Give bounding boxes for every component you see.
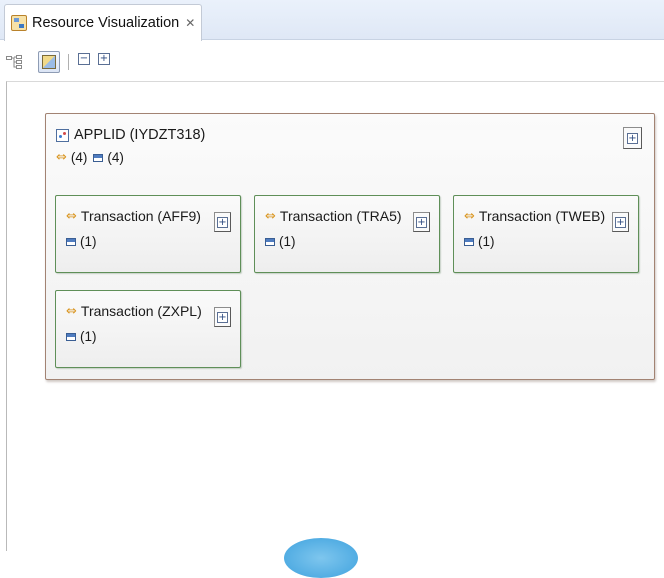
- tab-title: Resource Visualization: [32, 15, 180, 31]
- toolbar-separator: [68, 54, 69, 70]
- collapse-all-button[interactable]: −: [78, 53, 90, 65]
- transaction-node[interactable]: ⇔ Transaction (AFF9) (1) +: [55, 195, 241, 273]
- view-toolbar: − +: [0, 41, 664, 81]
- expand-icon: +: [217, 311, 228, 323]
- task-icon: [464, 237, 474, 246]
- transaction-title: Transaction (TWEB): [478, 208, 606, 224]
- expand-all-button[interactable]: +: [98, 53, 110, 65]
- expand-icon: +: [627, 132, 638, 144]
- transaction-task-count: (1): [80, 329, 97, 344]
- transaction-counts: (1): [458, 234, 495, 249]
- expand-icon: +: [416, 216, 427, 228]
- transaction-counts: (1): [60, 329, 97, 344]
- transaction-node[interactable]: ⇔ Transaction (TWEB) (1) +: [453, 195, 639, 273]
- transaction-title: Transaction (TRA5): [279, 208, 402, 224]
- applid-header: APPLID (IYDZT318): [56, 127, 205, 143]
- expand-icon: +: [615, 216, 626, 228]
- transaction-counts: (1): [60, 234, 97, 249]
- transaction-icon: ⇔: [265, 208, 276, 224]
- transaction-title: Transaction (AFF9): [80, 208, 201, 224]
- transaction-expand-button[interactable]: +: [413, 212, 430, 232]
- transaction-icon: ⇔: [66, 303, 77, 319]
- transaction-node[interactable]: ⇔ Transaction (TRA5) (1) +: [254, 195, 440, 273]
- transaction-header: ⇔ Transaction (TRA5): [265, 208, 402, 224]
- task-icon: [93, 153, 104, 162]
- transaction-icon: ⇔: [464, 208, 475, 224]
- transaction-header: ⇔ Transaction (TWEB): [464, 208, 605, 224]
- transaction-header: ⇔ Transaction (AFF9): [66, 208, 201, 224]
- transaction-expand-button[interactable]: +: [214, 212, 231, 232]
- applid-transaction-count: (4): [70, 150, 88, 165]
- applid-counts: ⇔ (4) (4): [56, 150, 124, 165]
- transaction-task-count: (1): [478, 234, 495, 249]
- transaction-task-count: (1): [279, 234, 296, 249]
- transaction-expand-button[interactable]: +: [214, 307, 231, 327]
- applid-task-count: (4): [107, 150, 124, 165]
- close-icon[interactable]: ✕: [185, 16, 195, 30]
- expand-all-icon: +: [98, 53, 110, 65]
- collapse-all-icon: −: [78, 53, 90, 65]
- editor-tab-bar: Resource Visualization ✕: [0, 0, 664, 41]
- transaction-counts: (1): [259, 234, 296, 249]
- transaction-title: Transaction (ZXPL): [80, 303, 202, 319]
- task-icon: [265, 237, 275, 246]
- applid-icon: [56, 128, 69, 142]
- transaction-icon: ⇔: [56, 150, 67, 165]
- transaction-icon: ⇔: [66, 208, 77, 224]
- transaction-header: ⇔ Transaction (ZXPL): [66, 303, 202, 319]
- transaction-node[interactable]: ⇔ Transaction (ZXPL) (1) +: [55, 290, 241, 368]
- visualization-toggle-button[interactable]: [38, 51, 60, 73]
- expand-icon: +: [217, 216, 228, 228]
- visualization-icon: [42, 55, 56, 69]
- task-icon: [66, 332, 76, 341]
- tab-resource-visualization[interactable]: Resource Visualization ✕: [4, 4, 202, 41]
- applid-expand-button[interactable]: +: [623, 127, 642, 149]
- transaction-expand-button[interactable]: +: [612, 212, 629, 232]
- task-icon: [66, 237, 76, 246]
- busy-indicator: [284, 538, 358, 578]
- resource-visualization-icon: [11, 15, 27, 31]
- transaction-task-count: (1): [80, 234, 97, 249]
- applid-title: APPLID (IYDZT318): [74, 127, 206, 143]
- tree-layout-icon[interactable]: [6, 55, 22, 69]
